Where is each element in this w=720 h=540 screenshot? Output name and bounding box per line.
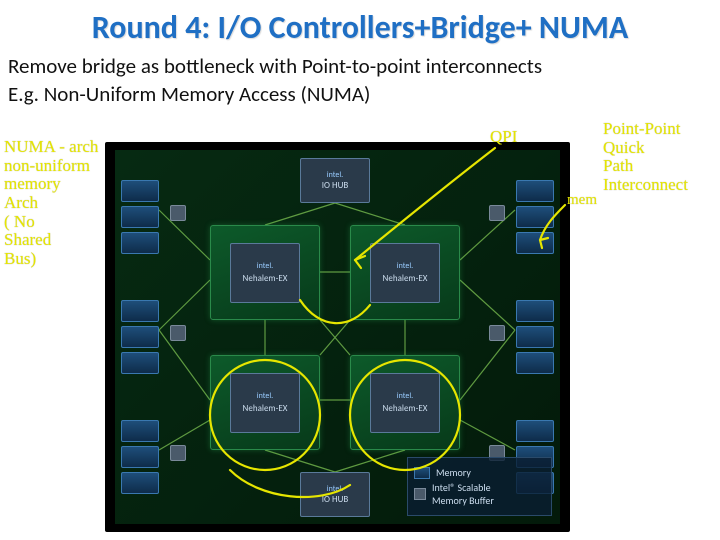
memory-chip (516, 326, 554, 348)
chip-label: Nehalem-EX (383, 273, 428, 284)
legend-row-memory: Memory (414, 466, 545, 479)
memory-column (121, 420, 159, 494)
memory-chip (121, 420, 159, 442)
diagram-board: intel. IO HUB intel. IO HUB intel. Nehal… (115, 150, 560, 524)
memory-chip (516, 420, 554, 442)
memory-buffer-chip (489, 205, 505, 221)
annotation-point-point-right: Point-Point Quick Path Interconnect (603, 120, 688, 195)
chip-label: Nehalem-EX (383, 403, 428, 414)
memory-chip (516, 232, 554, 254)
slide-title: Round 4: I/O Controllers+Bridge+ NUMA (0, 0, 720, 51)
cpu-socket: intel. Nehalem-EX (350, 225, 460, 320)
cpu-socket: intel. Nehalem-EX (210, 355, 320, 450)
annotation-qpi: QPI (490, 128, 517, 147)
memory-chip (121, 300, 159, 322)
chip-brand: intel. (327, 484, 343, 494)
memory-chip (516, 180, 554, 202)
architecture-diagram: intel. IO HUB intel. IO HUB intel. Nehal… (105, 142, 570, 532)
legend-row-buffer: Intel® Scalable Memory Buffer (414, 481, 545, 507)
subtitle-line-2: E.g. Non-Uniform Memory Access (NUMA) (0, 79, 720, 107)
legend-label-buffer: Intel® Scalable Memory Buffer (432, 481, 494, 507)
legend-box: Memory Intel® Scalable Memory Buffer (407, 457, 552, 516)
cpu-die: intel. Nehalem-EX (370, 373, 440, 433)
memory-buffer-chip (170, 205, 186, 221)
io-hub-top: intel. IO HUB (300, 158, 370, 203)
memory-chip (121, 232, 159, 254)
legend-swatch-memory (414, 467, 430, 479)
annotation-numa-left: NUMA - arch non-uniform memory Arch ( No… (4, 138, 98, 269)
memory-chip (516, 300, 554, 322)
annotation-mem: mem (567, 192, 597, 209)
memory-column (516, 300, 554, 374)
chip-brand: intel. (257, 261, 273, 271)
chip-brand: intel. (397, 391, 413, 401)
cpu-die: intel. Nehalem-EX (370, 243, 440, 303)
cpu-die: intel. Nehalem-EX (230, 243, 300, 303)
chip-label: IO HUB (322, 494, 349, 505)
memory-column (121, 300, 159, 374)
chip-brand: intel. (397, 261, 413, 271)
memory-chip (121, 446, 159, 468)
chip-brand: intel. (257, 391, 273, 401)
chip-label: Nehalem-EX (243, 273, 288, 284)
memory-chip (121, 472, 159, 494)
subtitle-line-1: Remove bridge as bottleneck with Point-t… (0, 51, 720, 79)
cpu-socket: intel. Nehalem-EX (210, 225, 320, 320)
cpu-socket: intel. Nehalem-EX (350, 355, 460, 450)
chip-label: IO HUB (322, 180, 349, 191)
memory-chip (516, 352, 554, 374)
memory-buffer-chip (489, 325, 505, 341)
chip-brand: intel. (327, 170, 343, 180)
legend-swatch-buffer (414, 488, 426, 500)
legend-label-memory: Memory (436, 466, 471, 479)
memory-chip (516, 206, 554, 228)
memory-column (121, 180, 159, 254)
cpu-die: intel. Nehalem-EX (230, 373, 300, 433)
memory-chip (121, 180, 159, 202)
memory-column (516, 180, 554, 254)
memory-buffer-chip (170, 325, 186, 341)
memory-chip (121, 352, 159, 374)
memory-chip (121, 206, 159, 228)
io-hub-bottom: intel. IO HUB (300, 472, 370, 517)
memory-chip (121, 326, 159, 348)
memory-buffer-chip (170, 445, 186, 461)
chip-label: Nehalem-EX (243, 403, 288, 414)
